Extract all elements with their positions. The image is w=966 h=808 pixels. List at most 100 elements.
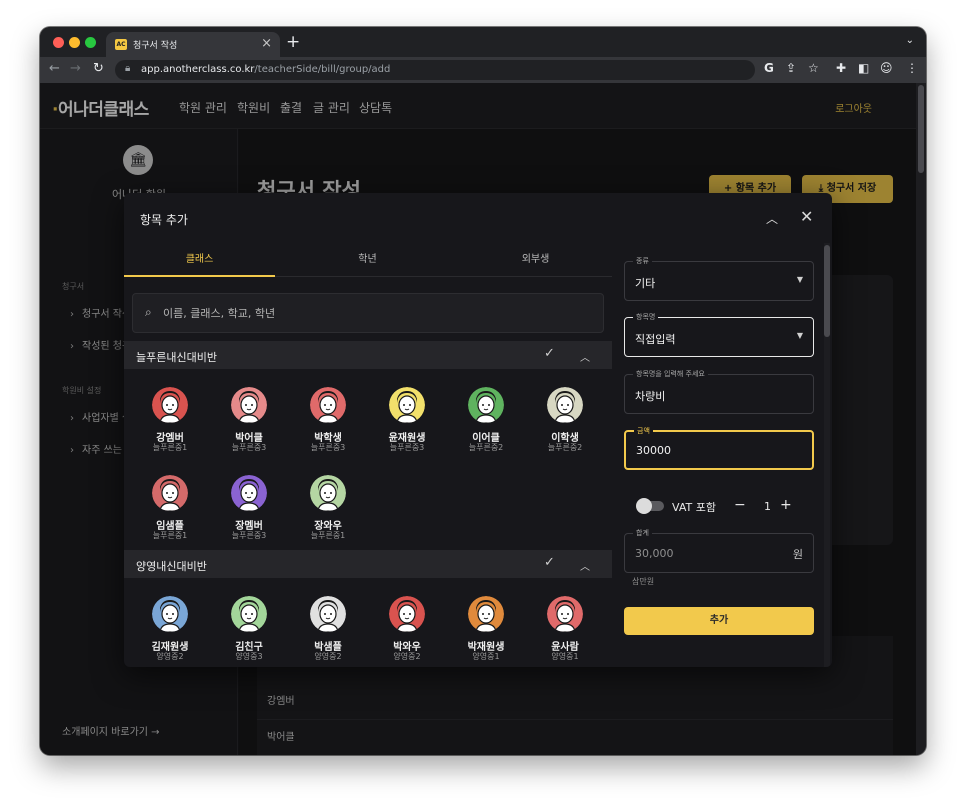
- chevron-up-icon[interactable]: ︿: [580, 558, 590, 573]
- student-card[interactable]: 강엠버 늘푸른중1: [130, 387, 210, 467]
- student-avatar-icon: [547, 596, 583, 632]
- vat-label: VAT 포함: [672, 501, 716, 514]
- student-card[interactable]: 박재원생 양영중1: [446, 596, 526, 667]
- student-school: 늘푸른중2: [468, 443, 504, 452]
- student-avatar-icon: [231, 475, 267, 511]
- item-select[interactable]: 항목명 직접입력 ▼: [624, 312, 814, 357]
- bookmark-star-icon[interactable]: ☆: [808, 61, 819, 75]
- close-icon[interactable]: ✕: [800, 207, 813, 226]
- tab-class[interactable]: 클래스: [124, 243, 275, 277]
- student-school: 늘푸른중1: [152, 443, 188, 452]
- form-scrollbar-thumb[interactable]: [824, 245, 830, 337]
- browser-menu-icon[interactable]: ⋮: [906, 61, 918, 75]
- kind-label: 종류: [633, 256, 652, 266]
- student-card[interactable]: 윤재원생 늘푸른중3: [367, 387, 447, 467]
- student-avatar-icon: [468, 596, 504, 632]
- group-title: 늘푸른내신대비반: [136, 351, 217, 364]
- amount-label: 금액: [634, 426, 653, 436]
- student-avatar-icon: [152, 596, 188, 632]
- address-bar[interactable]: 🔒︎ app.anotherclass.co.kr/teacherSide/bi…: [115, 60, 755, 80]
- kind-select[interactable]: 종류 기타 ▼: [624, 256, 814, 301]
- lock-icon: 🔒︎: [125, 63, 131, 74]
- student-card[interactable]: 박학생 늘푸른중3: [288, 387, 368, 467]
- quantity-decrease-button[interactable]: −: [734, 497, 746, 513]
- add-button[interactable]: 추가: [624, 607, 814, 635]
- favicon-icon: AC: [115, 39, 127, 50]
- url-host: app.anotherclass.co.kr: [141, 64, 255, 75]
- student-card[interactable]: 박어클 늘푸른중3: [209, 387, 289, 467]
- student-avatar-icon: [310, 387, 346, 423]
- student-card[interactable]: 박와우 양영중2: [367, 596, 447, 667]
- forward-icon[interactable]: →: [70, 61, 81, 76]
- student-card[interactable]: 장와우 늘푸른중1: [288, 475, 368, 555]
- page-scrollbar[interactable]: [916, 83, 926, 755]
- side-panel-icon[interactable]: ◧: [858, 61, 869, 75]
- group-header[interactable]: 늘푸른내신대비반 ✓ ︿: [124, 341, 612, 369]
- student-avatar-icon: [231, 596, 267, 632]
- minimize-window-button[interactable]: [69, 37, 80, 48]
- student-school: 양영중3: [235, 652, 263, 661]
- amount-korean-text: 삼만원: [632, 577, 655, 586]
- item-name-value: 차량비: [635, 390, 666, 403]
- student-avatar-icon: [310, 475, 346, 511]
- tab-search-icon[interactable]: ⌄: [906, 35, 914, 46]
- student-card[interactable]: 이어클 늘푸른중2: [446, 387, 526, 467]
- student-avatar-icon: [310, 596, 346, 632]
- browser-toolbar: ← → ↻ 🔒︎ app.anotherclass.co.kr/teacherS…: [40, 57, 926, 83]
- browser-tab[interactable]: AC 청구서 작성 ×: [106, 32, 280, 57]
- modal-title: 항목 추가: [140, 213, 188, 227]
- modal-header: 항목 추가 ︿ ✕: [124, 193, 832, 243]
- student-card[interactable]: 김재원생 양영중2: [130, 596, 210, 667]
- student-avatar-icon: [468, 387, 504, 423]
- tab-grade[interactable]: 학년: [292, 243, 443, 277]
- item-name-input[interactable]: 항목명을 입력해 주세요 차량비: [624, 369, 814, 414]
- student-avatar-icon: [389, 387, 425, 423]
- student-school: 늘푸른중1: [310, 531, 346, 540]
- quantity-increase-button[interactable]: +: [780, 497, 792, 513]
- student-card[interactable]: 임샘플 늘푸른중1: [130, 475, 210, 555]
- new-tab-icon[interactable]: +: [286, 32, 300, 52]
- zoom-window-button[interactable]: [85, 37, 96, 48]
- profile-avatar-icon[interactable]: ☺: [880, 61, 893, 75]
- student-avatar-icon: [152, 387, 188, 423]
- search-input[interactable]: [163, 304, 583, 322]
- collapse-icon[interactable]: ︿: [766, 210, 778, 227]
- total-field: 합계 30,000 원: [624, 528, 814, 573]
- share-icon[interactable]: ⇪: [786, 61, 796, 75]
- vat-toggle[interactable]: [636, 498, 664, 514]
- amount-input[interactable]: 금액 30000: [624, 426, 814, 470]
- form-scrollbar[interactable]: [824, 243, 830, 667]
- search-icon: ⌕: [145, 305, 152, 319]
- currency-unit: 원: [792, 548, 803, 561]
- item-form: 종류 기타 ▼ 항목명 직접입력 ▼ 항목명을 입력해 주세요 차량비 금액 3…: [612, 243, 832, 667]
- student-filter-tabs: 클래스 학년 외부생: [124, 243, 612, 277]
- back-icon[interactable]: ←: [49, 61, 60, 76]
- student-card[interactable]: 김친구 양영중3: [209, 596, 289, 667]
- student-card[interactable]: 이학생 늘푸른중2: [525, 387, 605, 467]
- item-value: 직접입력: [635, 333, 676, 346]
- google-icon[interactable]: G: [764, 61, 774, 75]
- group-header[interactable]: 양영내신대비반 ✓ ︿: [124, 550, 612, 578]
- student-avatar-icon: [547, 387, 583, 423]
- chevron-up-icon[interactable]: ︿: [580, 349, 590, 364]
- total-label: 합계: [633, 528, 652, 538]
- quantity-value: 1: [764, 500, 771, 513]
- student-card[interactable]: 장멤버 늘푸른중3: [209, 475, 289, 555]
- kind-value: 기타: [635, 277, 656, 290]
- student-card[interactable]: 박샘플 양영중2: [288, 596, 368, 667]
- student-school: 늘푸른중3: [231, 531, 267, 540]
- student-school: 양영중2: [393, 652, 421, 661]
- url-text: app.anotherclass.co.kr/teacherSide/bill/…: [141, 64, 390, 75]
- tab-close-icon[interactable]: ×: [261, 36, 272, 51]
- reload-icon[interactable]: ↻: [93, 61, 104, 76]
- tab-title: 청구서 작성: [133, 41, 178, 51]
- student-school: 늘푸른중3: [231, 443, 267, 452]
- extensions-icon[interactable]: ✚: [836, 61, 846, 75]
- dropdown-caret-icon: ▼: [796, 331, 803, 340]
- check-icon[interactable]: ✓: [544, 346, 555, 361]
- close-window-button[interactable]: [53, 37, 64, 48]
- check-icon[interactable]: ✓: [544, 555, 555, 570]
- tab-external[interactable]: 외부생: [460, 243, 611, 277]
- page-scrollbar-thumb[interactable]: [918, 85, 924, 173]
- student-card[interactable]: 윤사람 양영중1: [525, 596, 605, 667]
